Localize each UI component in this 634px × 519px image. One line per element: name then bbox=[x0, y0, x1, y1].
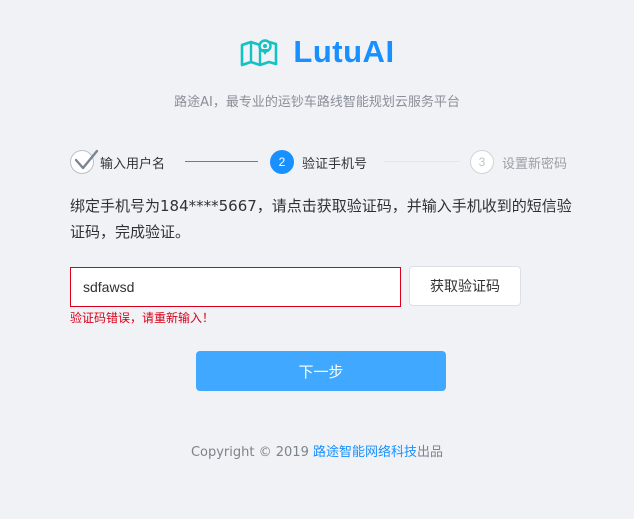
steps-progress: 输入用户名 2 验证手机号 3 设置新密码 bbox=[70, 149, 570, 175]
step-1-indicator bbox=[70, 149, 99, 174]
step-1: 输入用户名 bbox=[70, 149, 165, 175]
step-3: 3 设置新密码 bbox=[470, 149, 567, 175]
footer-company-link[interactable]: 路途智能网络科技 bbox=[313, 445, 417, 460]
step-connector-1 bbox=[185, 161, 258, 162]
footer-year: 2019 bbox=[275, 445, 309, 460]
footer-copyright: Copyright bbox=[190, 445, 255, 460]
verification-code-input[interactable] bbox=[70, 267, 401, 307]
step-2-number: 2 bbox=[270, 150, 294, 174]
step-3-number: 3 bbox=[470, 150, 494, 174]
check-icon bbox=[74, 149, 99, 170]
get-code-button[interactable]: 获取验证码 bbox=[409, 266, 521, 306]
page: LutuAI 路途AI，最专业的运钞车路线智能规划云服务平台 输入用户名 2 验… bbox=[0, 0, 634, 519]
step-2-label: 验证手机号 bbox=[302, 156, 368, 172]
step-2: 2 验证手机号 bbox=[270, 149, 367, 175]
logo-text: LutuAI bbox=[293, 34, 395, 69]
next-step-button[interactable]: 下一步 bbox=[196, 351, 446, 391]
footer: Copyright © 2019 路途智能网络科技出品 bbox=[0, 441, 634, 460]
error-message: 验证码错误，请重新输入！ bbox=[70, 311, 215, 325]
map-icon bbox=[241, 39, 278, 67]
step-connector-2 bbox=[383, 161, 460, 162]
step-3-label: 设置新密码 bbox=[502, 156, 568, 172]
footer-suffix: 出品 bbox=[417, 445, 444, 460]
page-subtitle: 路途AI，最专业的运钞车路线智能规划云服务平台 bbox=[174, 95, 460, 110]
logo: LutuAI bbox=[0, 34, 634, 70]
copyright-icon: © bbox=[258, 445, 272, 460]
verification-message: 绑定手机号为184****5667，请点击获取验证码，并输入手机收到的短信验证码… bbox=[70, 197, 572, 241]
step-1-label: 输入用户名 bbox=[100, 156, 166, 172]
